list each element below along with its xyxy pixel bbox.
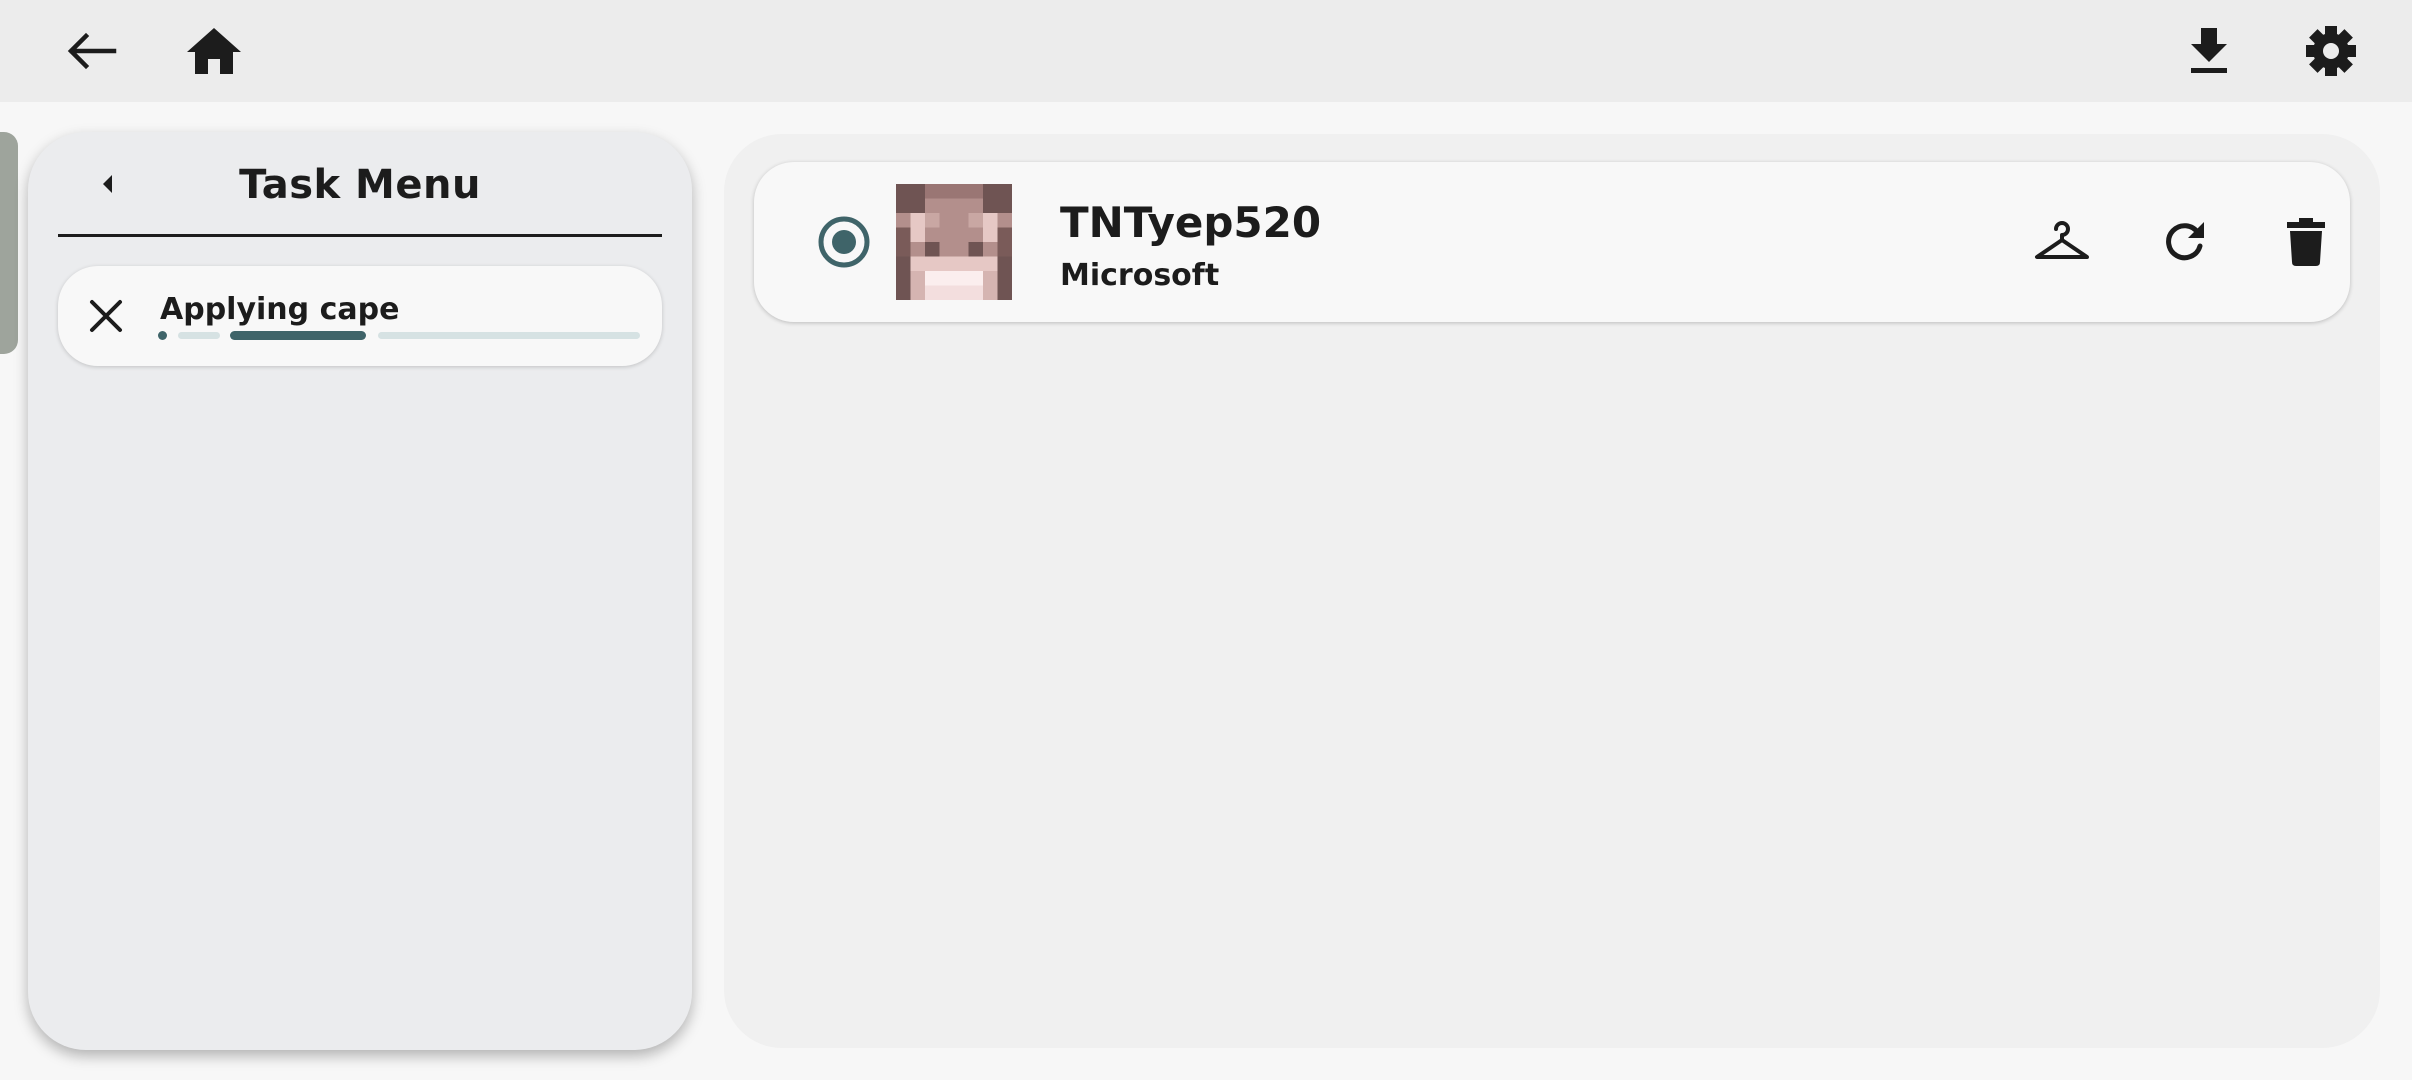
close-icon bbox=[90, 300, 122, 332]
player-head-avatar bbox=[896, 184, 1012, 300]
download-icon bbox=[2191, 28, 2227, 73]
accounts-panel: TNTyep520 Microsoft bbox=[724, 134, 2380, 1048]
drawer-handle[interactable] bbox=[0, 132, 18, 354]
home-button[interactable] bbox=[174, 11, 254, 91]
delete-account-button[interactable] bbox=[2266, 202, 2346, 282]
task-menu-title: Task Menu bbox=[239, 162, 481, 208]
settings-button[interactable] bbox=[2291, 11, 2371, 91]
gear-icon bbox=[2306, 26, 2356, 76]
cancel-task-button[interactable] bbox=[76, 286, 136, 346]
refresh-icon bbox=[2166, 222, 2204, 261]
hanger-icon bbox=[2035, 221, 2089, 259]
arrow-left-icon bbox=[67, 32, 117, 70]
radio-selected-icon bbox=[818, 216, 870, 268]
task-menu-header: Task Menu bbox=[58, 132, 662, 237]
download-button[interactable] bbox=[2169, 11, 2249, 91]
task-item: Applying cape bbox=[58, 266, 662, 366]
task-progress-bar bbox=[158, 330, 644, 340]
task-menu-panel: Task Menu Applying cape bbox=[28, 132, 692, 1050]
account-username: TNTyep520 bbox=[1060, 198, 1322, 247]
account-type: Microsoft bbox=[1060, 258, 1220, 293]
change-cape-button[interactable] bbox=[2022, 202, 2102, 282]
trash-icon bbox=[2287, 218, 2325, 266]
account-card[interactable]: TNTyep520 Microsoft bbox=[754, 162, 2350, 322]
account-select-radio[interactable] bbox=[804, 202, 884, 282]
task-label: Applying cape bbox=[160, 292, 400, 327]
refresh-account-button[interactable] bbox=[2144, 202, 2224, 282]
home-icon bbox=[187, 28, 241, 74]
top-app-bar bbox=[0, 0, 2412, 102]
back-button[interactable] bbox=[52, 11, 132, 91]
